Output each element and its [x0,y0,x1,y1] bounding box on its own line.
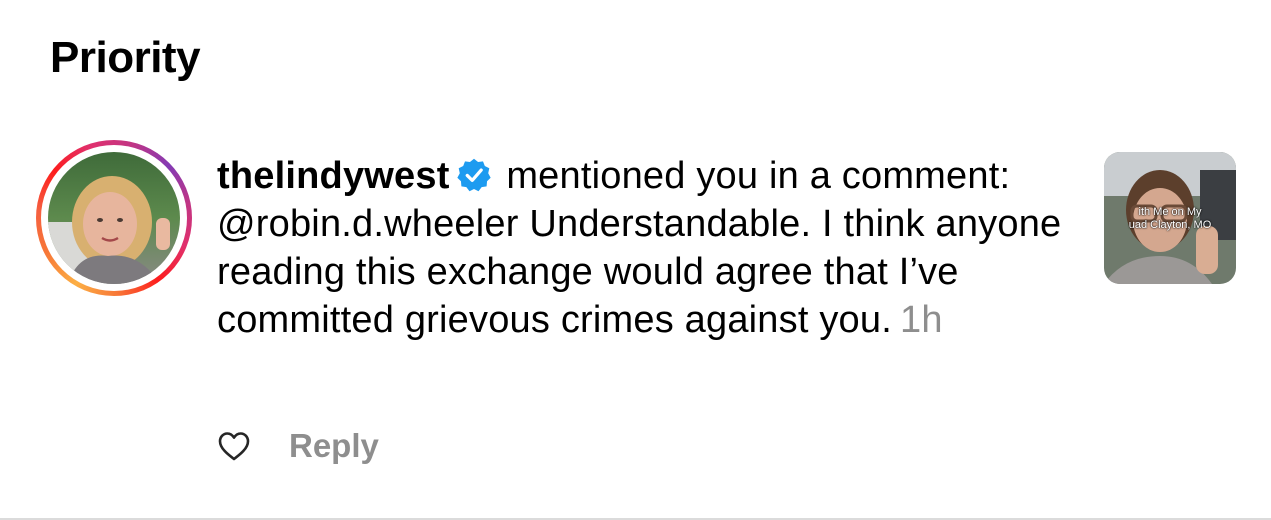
heart-outline-icon[interactable] [217,430,251,462]
thumbnail-caption-line-1: ith Me on My [1138,206,1202,218]
notification-row[interactable]: thelindywest mentioned you in a comment:… [0,130,1271,520]
section-title: Priority [50,33,201,82]
post-thumbnail[interactable]: ith Me on My uad Clayton, MO [1104,152,1236,284]
story-ring[interactable] [36,140,192,296]
timestamp: 1h [899,299,943,341]
comment-actions: Reply [217,422,379,470]
reply-button[interactable]: Reply [289,427,379,465]
avatar-border [41,145,187,291]
verified-badge-icon [456,158,491,192]
thumbnail-caption-line-2: uad Clayton, MO [1128,219,1212,231]
avatar[interactable] [48,152,180,284]
thumbnail-caption: ith Me on My uad Clayton, MO [1104,206,1236,232]
notification-text: thelindywest mentioned you in a comment:… [217,152,1077,344]
username-link[interactable]: thelindywest [217,155,450,197]
